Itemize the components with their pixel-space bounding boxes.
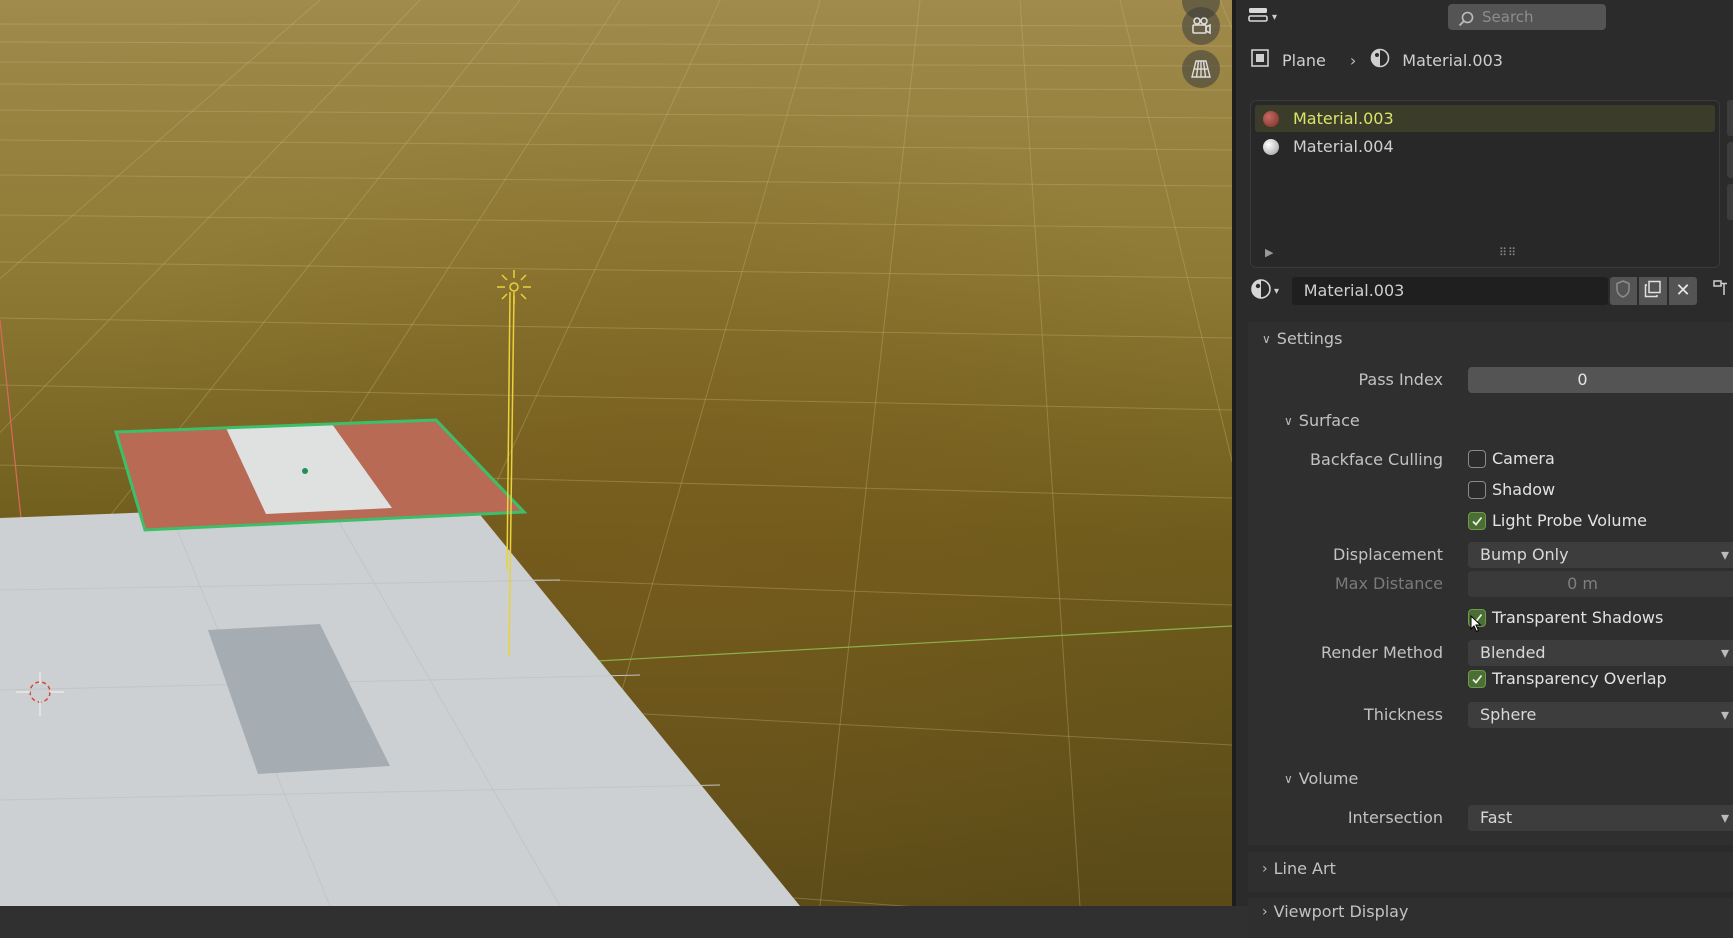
line-art-panel-header[interactable]: › Line Art — [1262, 859, 1336, 878]
camera-view-button[interactable] — [1182, 7, 1220, 45]
add-slot-button[interactable] — [1727, 100, 1733, 136]
transparency-overlap-checkbox[interactable]: Transparency Overlap — [1468, 669, 1667, 688]
chevron-down-icon: ▾ — [1720, 808, 1729, 827]
material-name-field[interactable]: Material.003 — [1291, 277, 1608, 305]
chevron-down-icon: ▾ — [1720, 545, 1729, 564]
chevron-down-icon: ∨ — [1284, 413, 1293, 428]
render-method-label: Render Method — [1320, 643, 1443, 662]
properties-editor-icon — [1248, 6, 1270, 28]
object-icon — [1250, 48, 1270, 72]
material-preview-icon — [1263, 110, 1279, 127]
search-icon — [1458, 9, 1474, 35]
shadow-checkbox-label: Shadow — [1492, 480, 1556, 499]
render-method-dropdown[interactable]: Blended ▾ — [1468, 640, 1733, 666]
settings-panel: ∨ Settings Pass Index 0 ∨ Surface Backfa… — [1248, 322, 1733, 845]
perspective-toggle-button[interactable] — [1182, 50, 1220, 88]
close-icon: ✕ — [1675, 280, 1691, 301]
surface-subpanel-title: Surface — [1298, 411, 1360, 430]
thickness-label: Thickness — [1363, 705, 1443, 724]
pass-index-label: Pass Index — [1358, 370, 1443, 389]
properties-editor: ▾ Search Plane › Material.003 Material.0… — [1232, 0, 1733, 938]
slot-side-buttons — [1727, 100, 1733, 260]
chevron-down-icon: ▾ — [1720, 643, 1729, 662]
checkmark-icon — [1468, 669, 1486, 688]
surface-subpanel-header[interactable]: ∨ Surface — [1284, 411, 1360, 430]
settings-panel-title: Settings — [1276, 329, 1343, 348]
displacement-dropdown[interactable]: Bump Only ▾ — [1468, 542, 1733, 568]
duplicate-icon — [1644, 280, 1662, 302]
editor-type-menu[interactable]: ▾ — [1248, 6, 1284, 28]
chevron-down-icon: ∨ — [1284, 771, 1293, 786]
unlink-material-button[interactable]: ✕ — [1669, 277, 1697, 305]
3d-viewport[interactable] — [0, 0, 1232, 906]
pass-index-field[interactable]: 0 — [1468, 367, 1733, 393]
volume-subpanel-header[interactable]: ∨ Volume — [1284, 769, 1358, 788]
search-placeholder: Search — [1482, 8, 1534, 26]
transparent-shadows-checkbox[interactable]: Transparent Shadows — [1468, 608, 1663, 627]
grid-perspective-icon — [1189, 57, 1213, 81]
slot-specials-button[interactable] — [1727, 184, 1733, 220]
max-distance-label: Max Distance — [1334, 574, 1443, 593]
intersection-value: Fast — [1480, 808, 1513, 827]
camera-checkbox-label: Camera — [1492, 449, 1555, 468]
remove-slot-button[interactable] — [1727, 142, 1733, 178]
breadcrumb: Plane › Material.003 — [1250, 46, 1503, 74]
line-art-panel[interactable]: › Line Art — [1248, 852, 1733, 892]
render-method-value: Blended — [1480, 643, 1546, 662]
camera-icon — [1189, 14, 1213, 38]
material-slot-list[interactable]: Material.003 Material.004 ▶ ⠿⠿ — [1250, 100, 1720, 268]
material-slot-item[interactable]: Material.004 — [1255, 133, 1715, 160]
viewport-scene — [0, 0, 1232, 906]
chevron-down-icon: ▾ — [1720, 705, 1729, 724]
light-probe-volume-checkbox[interactable]: Light Probe Volume — [1468, 511, 1647, 530]
chevron-down-icon: ▾ — [1274, 285, 1280, 297]
settings-panel-header[interactable]: ∨ Settings — [1262, 329, 1342, 348]
mouse-cursor-icon — [1470, 614, 1482, 637]
thickness-dropdown[interactable]: Sphere ▾ — [1468, 702, 1733, 728]
thickness-value: Sphere — [1480, 705, 1537, 724]
viewport-display-panel-header[interactable]: › Viewport Display — [1262, 902, 1408, 921]
viewport-display-panel-title: Viewport Display — [1273, 902, 1409, 921]
material-icon — [1370, 48, 1390, 72]
breadcrumb-object[interactable]: Plane — [1282, 51, 1326, 70]
chevron-right-icon: › — [1262, 860, 1268, 877]
transparent-shadows-label: Transparent Shadows — [1492, 608, 1664, 627]
chevron-right-icon: › — [1349, 50, 1357, 70]
material-selector: ▾ Material.003 ✕ — [1250, 276, 1733, 306]
properties-header: ▾ Search — [1236, 0, 1733, 34]
backface-culling-label: Backface Culling — [1310, 450, 1443, 469]
material-icon — [1250, 278, 1272, 304]
transparency-overlap-label: Transparency Overlap — [1492, 669, 1667, 688]
duplicate-material-button[interactable] — [1639, 277, 1668, 305]
displacement-value: Bump Only — [1480, 545, 1569, 564]
checkmark-icon — [1468, 511, 1486, 530]
fake-user-button[interactable] — [1609, 277, 1638, 305]
material-slot-item[interactable]: Material.003 — [1255, 105, 1715, 132]
browse-material-button[interactable]: ▾ — [1250, 277, 1290, 305]
checkbox-box — [1468, 480, 1486, 499]
checkbox-box — [1468, 449, 1486, 468]
camera-checkbox[interactable]: Camera — [1468, 449, 1555, 468]
light-probe-volume-label: Light Probe Volume — [1492, 511, 1647, 530]
chevron-down-icon: ∨ — [1262, 331, 1271, 346]
line-art-panel-title: Line Art — [1273, 859, 1336, 878]
displacement-label: Displacement — [1333, 545, 1443, 564]
viewport-display-panel[interactable]: › Viewport Display — [1248, 898, 1733, 938]
node-tree-icon[interactable] — [1713, 279, 1733, 303]
intersection-label: Intersection — [1347, 808, 1443, 827]
resize-grip-icon[interactable]: ⠿⠿ — [1499, 246, 1517, 259]
shadow-checkbox[interactable]: Shadow — [1468, 480, 1555, 499]
material-preview-icon — [1263, 138, 1279, 155]
breadcrumb-material[interactable]: Material.003 — [1402, 51, 1503, 70]
intersection-dropdown[interactable]: Fast ▾ — [1468, 805, 1733, 831]
max-distance-field[interactable]: 0 m — [1468, 571, 1733, 597]
chevron-down-icon: ▾ — [1272, 11, 1278, 23]
volume-subpanel-title: Volume — [1298, 769, 1359, 788]
material-slot-label: Material.003 — [1293, 109, 1394, 128]
material-slot-label: Material.004 — [1293, 137, 1394, 156]
search-input[interactable]: Search — [1448, 4, 1606, 30]
shield-icon — [1615, 280, 1631, 302]
expand-triangle-icon[interactable]: ▶ — [1265, 246, 1273, 259]
